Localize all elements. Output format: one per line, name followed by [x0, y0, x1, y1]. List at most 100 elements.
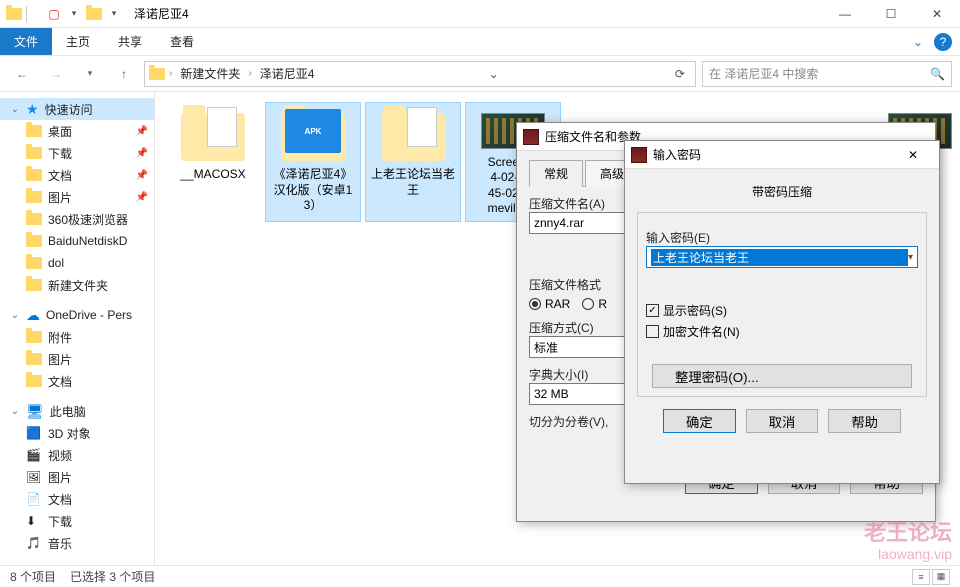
library-icon: ⬇	[26, 514, 42, 528]
close-button[interactable]: ✕	[914, 0, 960, 28]
sidebar-item[interactable]: 图片📌	[0, 186, 154, 208]
dlg2-titlebar[interactable]: 输入密码 ✕	[625, 141, 939, 169]
address-dropdown-icon[interactable]: ⌄	[483, 67, 505, 81]
library-icon: 🟦	[26, 426, 42, 440]
folder-icon	[26, 235, 42, 247]
sidebar-item[interactable]: 文档	[0, 370, 154, 392]
winrar-icon	[631, 147, 647, 163]
crumb-sep-0[interactable]: ›	[169, 68, 172, 79]
search-placeholder: 在 泽诺尼亚4 中搜索	[709, 65, 818, 82]
qat-separator	[26, 6, 42, 22]
crumb-sep-1[interactable]: ›	[248, 68, 251, 79]
file-item[interactable]: APK 《泽诺尼亚4》汉化版（安卓13）	[265, 102, 361, 222]
address-folder-icon	[149, 66, 165, 82]
folder-icon	[26, 331, 42, 343]
quick-access-header[interactable]: ⌄★ 快速访问	[0, 98, 154, 120]
pin-icon: 📌	[136, 170, 148, 181]
sidebar-item[interactable]: 附件	[0, 326, 154, 348]
qat-dropdown-icon[interactable]: ▾	[66, 6, 82, 22]
address-bar[interactable]: › 新建文件夹 › 泽诺尼亚4 ⌄ ⟳	[144, 61, 696, 87]
file-label: __MACOSX	[180, 167, 245, 183]
library-icon: 🖼	[26, 470, 42, 484]
recent-dropdown[interactable]: ▾	[76, 60, 104, 88]
tab-general[interactable]: 常规	[529, 160, 583, 187]
sidebar-item[interactable]: 🎬视频	[0, 444, 154, 466]
view-large-icon[interactable]: ▦	[932, 569, 950, 585]
dlg2-title: 输入密码	[653, 146, 701, 163]
up-button[interactable]: ↑	[110, 60, 138, 88]
sidebar-item[interactable]: 360极速浏览器	[0, 208, 154, 230]
folder-icon	[26, 169, 42, 181]
crumb-1[interactable]: 泽诺尼亚4	[256, 62, 319, 86]
winrar-icon	[523, 129, 539, 145]
file-tab[interactable]: 文件	[0, 28, 52, 55]
folder-icon	[26, 125, 42, 137]
pc-icon: 🖥	[26, 403, 44, 420]
folder-icon: APK	[281, 113, 345, 161]
help-icon[interactable]: ?	[934, 33, 952, 51]
dlg2-ok-button[interactable]: 确定	[663, 409, 736, 433]
sidebar-item[interactable]: 🖼图片	[0, 466, 154, 488]
sidebar-item[interactable]: 🎵音乐	[0, 532, 154, 554]
password-input[interactable]: 上老王论坛当老王 ▾	[646, 246, 918, 268]
folder-icon	[26, 257, 42, 269]
sidebar-item[interactable]: 桌面📌	[0, 120, 154, 142]
sidebar-item[interactable]: 下载📌	[0, 142, 154, 164]
pin-icon: 📌	[136, 148, 148, 159]
minimize-button[interactable]: —	[822, 0, 868, 28]
sidebar-item[interactable]: dol	[0, 252, 154, 274]
qat-menu-icon[interactable]: ▾	[106, 6, 122, 22]
password-dialog: 输入密码 ✕ 带密码压缩 输入密码(E) 上老王论坛当老王 ▾ ✓ 显示密码(S…	[624, 140, 940, 484]
crumb-0[interactable]: 新建文件夹	[176, 62, 244, 86]
title-bar: ▢ ▾ ▾ 泽诺尼亚4 — ☐ ✕	[0, 0, 960, 28]
ribbon-expand-icon[interactable]: ⌄	[902, 28, 934, 55]
status-bar: 8 个项目 已选择 3 个项目 ≡ ▦	[0, 565, 960, 587]
sidebar-item[interactable]: BaiduNetdiskD	[0, 230, 154, 252]
thispc-header[interactable]: ⌄🖥 此电脑	[0, 400, 154, 422]
show-password-checkbox[interactable]: ✓ 显示密码(S)	[646, 302, 918, 319]
maximize-button[interactable]: ☐	[868, 0, 914, 28]
search-icon[interactable]: 🔍	[930, 67, 945, 81]
status-item-count: 8 个项目	[10, 568, 56, 585]
sidebar-item[interactable]: ⬇下载	[0, 510, 154, 532]
file-item[interactable]: 上老王论坛当老王	[365, 102, 461, 222]
view-details-icon[interactable]: ≡	[912, 569, 930, 585]
search-box[interactable]: 在 泽诺尼亚4 中搜索 🔍	[702, 61, 952, 87]
quick-access-label: 快速访问	[45, 101, 93, 118]
window-controls: — ☐ ✕	[822, 0, 960, 28]
library-icon: 📄	[26, 492, 42, 506]
dlg2-close-button[interactable]: ✕	[893, 143, 933, 167]
sidebar-item[interactable]: 文档📌	[0, 164, 154, 186]
radio-r[interactable]: R	[582, 297, 607, 311]
library-icon: 🎵	[26, 536, 42, 550]
dlg2-cancel-button[interactable]: 取消	[746, 409, 819, 433]
onedrive-header[interactable]: ⌄☁ OneDrive - Pers	[0, 304, 154, 326]
navigation-pane[interactable]: ⌄★ 快速访问 桌面📌下载📌文档📌图片📌360极速浏览器BaiduNetdisk…	[0, 92, 155, 565]
pin-icon: 📌	[136, 192, 148, 203]
file-item[interactable]: __MACOSX	[165, 102, 261, 222]
folder-icon	[26, 191, 42, 203]
sidebar-item[interactable]: 🟦3D 对象	[0, 422, 154, 444]
home-tab[interactable]: 主页	[52, 28, 104, 55]
thispc-label: 此电脑	[50, 403, 86, 420]
sidebar-item[interactable]: 📄文档	[0, 488, 154, 510]
address-bar-row: ← → ▾ ↑ › 新建文件夹 › 泽诺尼亚4 ⌄ ⟳ 在 泽诺尼亚4 中搜索 …	[0, 56, 960, 92]
app-icon	[6, 6, 22, 22]
share-tab[interactable]: 共享	[104, 28, 156, 55]
library-icon: 🎬	[26, 448, 42, 462]
enter-password-label: 输入密码(E)	[646, 229, 918, 246]
file-label: 《泽诺尼亚4》汉化版（安卓13）	[270, 167, 356, 214]
forward-button[interactable]: →	[42, 60, 70, 88]
refresh-button[interactable]: ⟳	[669, 67, 691, 81]
organize-passwords-button[interactable]: 整理密码(O)...	[652, 364, 912, 388]
status-selected: 已选择 3 个项目	[70, 568, 155, 585]
encrypt-names-checkbox[interactable]: 加密文件名(N)	[646, 323, 918, 340]
back-button[interactable]: ←	[8, 60, 36, 88]
view-tab[interactable]: 查看	[156, 28, 208, 55]
folder-icon	[381, 113, 445, 161]
qat-props-icon[interactable]: ▢	[46, 6, 62, 22]
radio-rar[interactable]: RAR	[529, 297, 570, 311]
dlg2-help-button[interactable]: 帮助	[828, 409, 901, 433]
sidebar-item[interactable]: 图片	[0, 348, 154, 370]
sidebar-item[interactable]: 新建文件夹	[0, 274, 154, 296]
